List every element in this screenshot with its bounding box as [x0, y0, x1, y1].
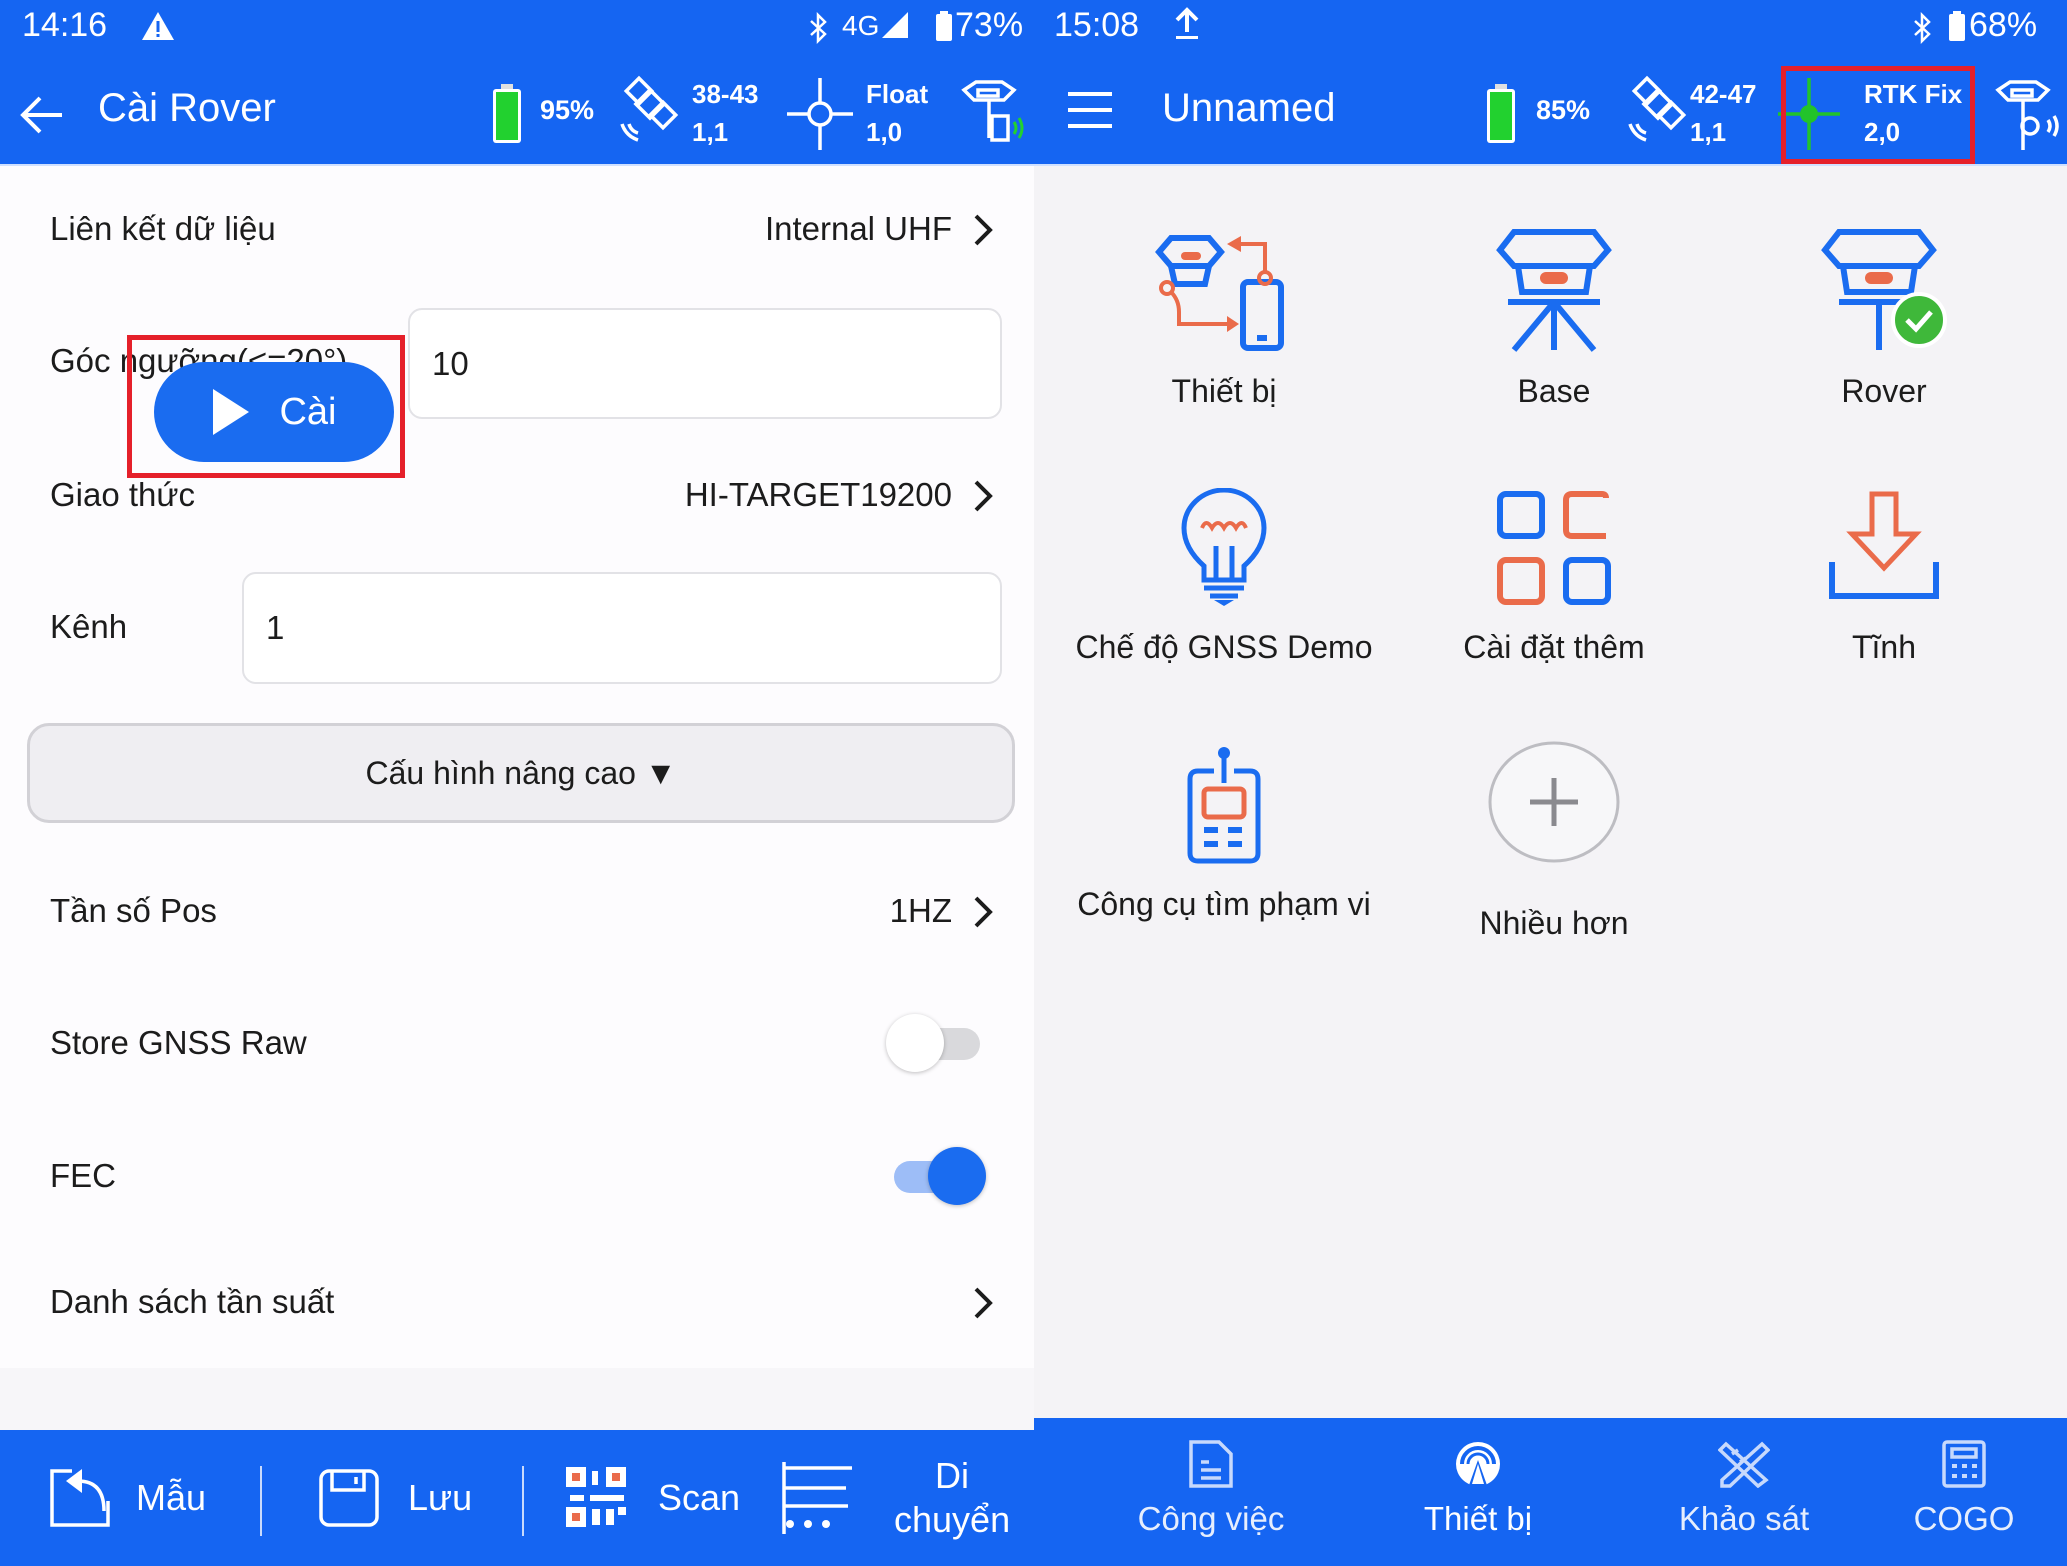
chevron-right-icon — [974, 480, 993, 512]
scan-button[interactable]: Scan — [566, 1430, 740, 1566]
nav-tab-cogo[interactable]: COGO — [1864, 1418, 2064, 1566]
download-icon — [1829, 491, 1939, 599]
channel-input[interactable]: 1 — [242, 572, 1002, 684]
status-time: 15:08 — [1054, 6, 1140, 44]
nav-tab-device[interactable]: Thiết bị — [1353, 1418, 1603, 1566]
toolbar-divider — [260, 1466, 262, 1536]
protocol-value: HI-TARGET19200 — [684, 476, 952, 513]
solution-age: 1,0 — [866, 117, 903, 147]
data-link-label: Liên kết dữ liệu — [50, 210, 276, 247]
status-bar: 14:16 4G 73% — [0, 0, 1034, 62]
solution-status: Float — [866, 79, 929, 109]
chevron-right-icon — [974, 214, 993, 246]
channel-label: Kênh — [50, 608, 128, 645]
tile-device[interactable]: Thiết bị — [1059, 222, 1389, 410]
satellites-count: 42-47 — [1690, 79, 1757, 109]
frequency-list-label: Danh sách tần suất — [50, 1283, 335, 1320]
content-footer-spacer — [0, 1368, 1034, 1430]
receiver-battery-percent: 85% — [1536, 95, 1591, 125]
qr-code-icon — [566, 1467, 626, 1527]
phone-battery-icon — [1949, 11, 1965, 41]
data-link-value: Internal UHF — [764, 210, 952, 247]
signal-icon — [882, 12, 908, 38]
highlight-box — [1781, 66, 1975, 164]
radio-handset-icon — [1187, 747, 1261, 864]
receiver-device-icon[interactable] — [956, 76, 1032, 156]
satellites-used: 1,1 — [692, 117, 729, 147]
back-arrow-icon[interactable] — [18, 92, 66, 138]
plus-circle-icon — [1488, 741, 1620, 863]
bluetooth-icon — [1914, 12, 1931, 44]
phone-battery-icon — [936, 11, 952, 41]
tile-range-finder[interactable]: Công cụ tìm phạm vi — [1059, 745, 1389, 923]
phone-battery-percent: 73% — [955, 6, 1024, 44]
tile-gnss-demo[interactable]: Chế độ GNSS Demo — [1059, 488, 1389, 666]
save-button[interactable]: Lưu — [318, 1430, 472, 1566]
tile-rover[interactable]: Rover — [1719, 222, 2049, 410]
bluetooth-icon — [810, 12, 827, 44]
network-type: 4G — [842, 10, 880, 41]
tile-extra-settings[interactable]: Cài đặt thêm — [1389, 488, 1719, 666]
tile-more[interactable]: Nhiều hơn — [1389, 740, 1719, 942]
pos-frequency-value: 1HZ — [889, 892, 952, 929]
receiver-battery-percent: 95% — [540, 95, 595, 125]
lightbulb-icon — [1181, 488, 1267, 606]
position-crosshair-icon[interactable] — [785, 74, 855, 154]
app-bar: Cài Rover 95% 38-43 1,1 Float 1,0 — [0, 62, 1034, 166]
move-list-icon — [782, 1462, 852, 1534]
chevron-right-icon — [974, 896, 993, 928]
receiver-battery-icon — [493, 84, 521, 143]
elevation-mask-input[interactable]: 10 — [408, 308, 1002, 419]
fec-label: FEC — [50, 1157, 116, 1194]
template-button[interactable]: Mẫu — [48, 1430, 206, 1566]
advanced-config-button[interactable]: Cấu hình nâng cao ▼ — [27, 723, 1015, 823]
toolbar-divider — [522, 1466, 524, 1536]
satellites-used: 1,1 — [1690, 117, 1727, 147]
rover-check-icon — [1821, 229, 1947, 350]
receiver-battery-icon — [1487, 84, 1515, 143]
hamburger-menu-icon[interactable] — [1066, 90, 1114, 130]
base-tripod-icon — [1496, 229, 1612, 352]
bottom-toolbar: Mẫu Lưu Scan Di chuyển — [0, 1430, 1034, 1566]
store-raw-label: Store GNSS Raw — [50, 1024, 307, 1061]
satellite-icon[interactable] — [1624, 74, 1694, 150]
device-connect-icon — [1155, 235, 1284, 351]
page-title: Cài Rover — [98, 86, 276, 130]
app-bar: Unnamed 85% 42-47 1,1 RTK Fix 2,0 — [1034, 62, 2067, 166]
save-floppy-icon — [319, 1469, 379, 1527]
project-title: Unnamed — [1162, 86, 1336, 130]
highlight-box — [127, 335, 405, 478]
move-button[interactable]: Di chuyển — [782, 1430, 1010, 1566]
calculator-icon — [1942, 1440, 1986, 1488]
store-raw-toggle[interactable] — [886, 1012, 986, 1072]
rover-settings-screen: 14:16 4G 73% Cài Rover 95% 38-43 1,1 Flo… — [0, 0, 1034, 1566]
template-import-icon — [50, 1469, 110, 1527]
nav-tab-jobs[interactable]: Công việc — [1086, 1418, 1336, 1566]
document-icon — [1189, 1440, 1233, 1488]
tile-base[interactable]: Base — [1389, 222, 1719, 410]
antenna-icon — [1456, 1442, 1500, 1488]
receiver-device-icon[interactable] — [1990, 76, 2066, 156]
chevron-right-icon — [974, 1287, 993, 1319]
nav-tab-survey[interactable]: Khảo sát — [1619, 1418, 1869, 1566]
phone-battery-percent: 68% — [1969, 6, 2038, 44]
fec-toggle[interactable] — [886, 1145, 986, 1205]
bottom-navigation: Công việc Thiết bị Khảo sát COGO — [1034, 1418, 2067, 1566]
warning-icon — [142, 12, 174, 40]
ruler-pencil-icon — [1718, 1441, 1770, 1488]
status-bar: 15:08 68% — [1034, 0, 2067, 62]
satellite-icon[interactable] — [616, 74, 686, 150]
grid-apps-icon — [1497, 491, 1611, 605]
status-time: 14:16 — [22, 6, 108, 44]
satellites-count: 38-43 — [692, 79, 759, 109]
protocol-label: Giao thức — [50, 476, 195, 513]
pos-frequency-label: Tần số Pos — [50, 892, 217, 929]
upload-icon — [1175, 7, 1199, 39]
device-home-screen: 15:08 68% Unnamed 85% 42-47 1,1 RTK Fix … — [1034, 0, 2067, 1566]
tile-static[interactable]: Tĩnh — [1719, 488, 2049, 666]
